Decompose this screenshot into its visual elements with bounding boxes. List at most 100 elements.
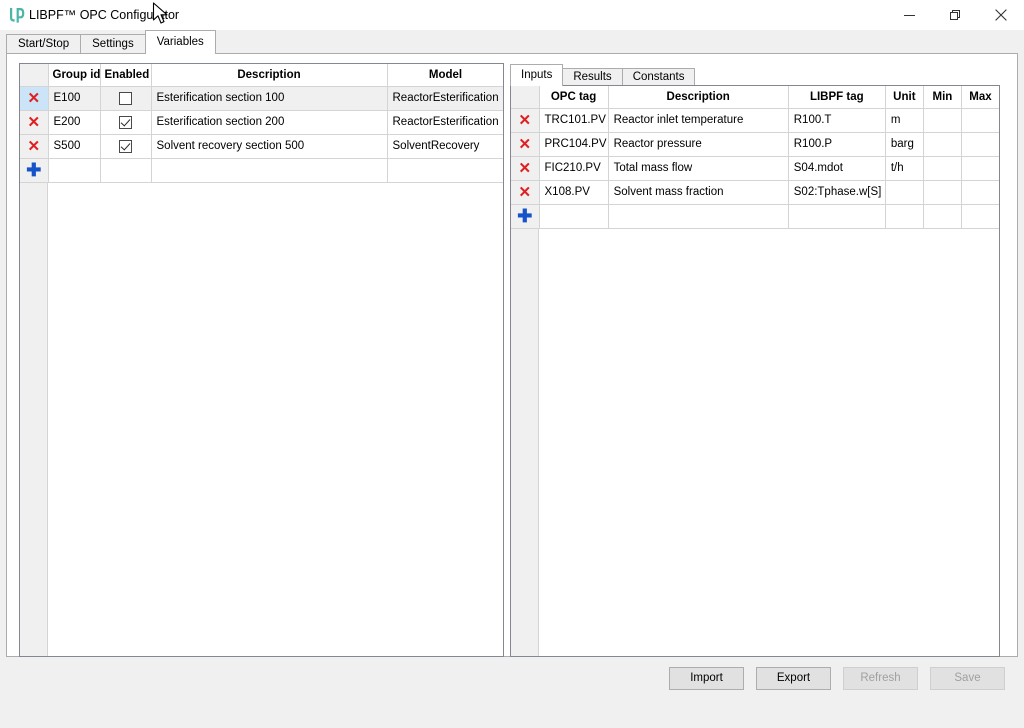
cell-libpf-tag[interactable]: R100.P: [788, 132, 886, 157]
delete-row-button[interactable]: ✕: [20, 86, 49, 111]
window-title: LIBPF™ OPC Configurator: [29, 8, 180, 22]
tab-settings[interactable]: Settings: [80, 34, 146, 54]
enabled-checkbox[interactable]: [119, 139, 132, 153]
cell-max-new[interactable]: [961, 204, 999, 229]
add-row-button[interactable]: ✚: [511, 204, 540, 229]
cell-enabled[interactable]: [100, 86, 152, 111]
cell-min[interactable]: [923, 156, 962, 181]
cell-opc-tag[interactable]: X108.PV: [539, 180, 609, 205]
cell-max[interactable]: [961, 156, 999, 181]
table-row[interactable]: ✕ E100 Esterification section 100 Reacto…: [20, 86, 503, 111]
groups-col-description[interactable]: Description: [151, 64, 388, 87]
cell-min[interactable]: [923, 108, 962, 133]
cell-description[interactable]: Solvent mass fraction: [608, 180, 789, 205]
libpf-lp-logo-icon: [0, 0, 26, 30]
cell-min[interactable]: [923, 180, 962, 205]
main-tabstrip: Start/Stop Settings Variables: [6, 30, 1018, 54]
delete-icon: ✕: [27, 113, 41, 131]
inputs-col-description[interactable]: Description: [608, 86, 789, 109]
table-row[interactable]: ✕ S500 Solvent recovery section 500 Solv…: [20, 134, 503, 159]
export-button[interactable]: Export: [756, 666, 831, 690]
cell-description-new[interactable]: [608, 204, 789, 229]
cell-description[interactable]: Esterification section 100: [151, 86, 388, 111]
cell-unit-new[interactable]: [885, 204, 924, 229]
delete-row-button[interactable]: ✕: [511, 108, 540, 133]
cell-min[interactable]: [923, 132, 962, 157]
table-row[interactable]: ✕ FIC210.PV Total mass flow S04.mdot t/h: [511, 156, 999, 181]
enabled-checkbox[interactable]: [119, 115, 132, 129]
cell-model[interactable]: ReactorEsterification: [387, 86, 503, 111]
tab-inputs[interactable]: Inputs: [510, 64, 564, 86]
cell-max[interactable]: [961, 108, 999, 133]
close-button[interactable]: [978, 0, 1024, 30]
groups-grid[interactable]: Group id Enabled Description Model ✕ E10…: [19, 63, 504, 657]
cell-description[interactable]: Esterification section 200: [151, 110, 388, 135]
tab-start-stop[interactable]: Start/Stop: [6, 34, 82, 54]
enabled-checkbox[interactable]: [119, 91, 132, 105]
cell-unit[interactable]: [885, 180, 924, 205]
tab-constants[interactable]: Constants: [621, 68, 696, 86]
cell-opc-tag[interactable]: TRC101.PV: [539, 108, 609, 133]
cell-description[interactable]: Reactor pressure: [608, 132, 789, 157]
cell-opc-tag[interactable]: PRC104.PV: [539, 132, 609, 157]
table-row[interactable]: ✕ PRC104.PV Reactor pressure R100.P barg: [511, 132, 999, 157]
restore-button[interactable]: [932, 0, 978, 30]
minimize-button[interactable]: [886, 0, 932, 30]
groups-col-group-id[interactable]: Group id: [48, 64, 101, 87]
delete-row-button[interactable]: ✕: [511, 156, 540, 181]
tab-variables[interactable]: Variables: [144, 30, 216, 54]
cell-libpf-tag[interactable]: S04.mdot: [788, 156, 886, 181]
inputs-col-min[interactable]: Min: [923, 86, 962, 109]
cell-max[interactable]: [961, 132, 999, 157]
delete-row-button[interactable]: ✕: [511, 132, 540, 157]
cell-max[interactable]: [961, 180, 999, 205]
add-row-button[interactable]: ✚: [20, 158, 49, 183]
delete-row-button[interactable]: ✕: [511, 180, 540, 205]
cell-enabled[interactable]: [100, 110, 152, 135]
groups-col-enabled[interactable]: Enabled: [100, 64, 152, 87]
cell-unit[interactable]: t/h: [885, 156, 924, 181]
cell-group-id-new[interactable]: [48, 158, 101, 183]
import-button[interactable]: Import: [669, 666, 744, 690]
inputs-col-libpf-tag[interactable]: LIBPF tag: [788, 86, 886, 109]
groups-col-model[interactable]: Model: [387, 64, 503, 87]
cell-libpf-tag[interactable]: R100.T: [788, 108, 886, 133]
cell-description-new[interactable]: [151, 158, 388, 183]
refresh-button: Refresh: [843, 666, 918, 690]
tab-results[interactable]: Results: [562, 68, 623, 86]
table-row[interactable]: ✕ TRC101.PV Reactor inlet temperature R1…: [511, 108, 999, 133]
cell-opc-tag-new[interactable]: [539, 204, 609, 229]
cell-enabled[interactable]: [100, 134, 152, 159]
cell-description[interactable]: Total mass flow: [608, 156, 789, 181]
delete-icon: ✕: [27, 137, 41, 155]
inputs-col-opc-tag[interactable]: OPC tag: [539, 86, 609, 109]
cell-model-new[interactable]: [387, 158, 503, 183]
cell-unit[interactable]: barg: [885, 132, 924, 157]
table-row[interactable]: ✕ X108.PV Solvent mass fraction S02:Tpha…: [511, 180, 999, 205]
delete-row-button[interactable]: ✕: [20, 134, 49, 159]
inputs-grid[interactable]: OPC tag Description LIBPF tag Unit Min M…: [510, 85, 1000, 657]
save-button: Save: [930, 666, 1005, 690]
new-row[interactable]: ✚: [20, 158, 503, 183]
delete-icon: ✕: [27, 89, 41, 107]
cell-group-id[interactable]: S500: [48, 134, 101, 159]
cell-libpf-tag-new[interactable]: [788, 204, 886, 229]
cell-group-id[interactable]: E100: [48, 86, 101, 111]
cell-enabled-new[interactable]: [100, 158, 152, 183]
cell-opc-tag[interactable]: FIC210.PV: [539, 156, 609, 181]
cell-model[interactable]: SolventRecovery: [387, 134, 503, 159]
cell-model[interactable]: ReactorEsterification: [387, 110, 503, 135]
inputs-grid-corner-cell: [511, 86, 540, 109]
cell-group-id[interactable]: E200: [48, 110, 101, 135]
cell-unit[interactable]: m: [885, 108, 924, 133]
inputs-col-unit[interactable]: Unit: [885, 86, 924, 109]
table-row[interactable]: ✕ E200 Esterification section 200 Reacto…: [20, 110, 503, 135]
delete-icon: ✕: [518, 111, 532, 129]
cell-description[interactable]: Reactor inlet temperature: [608, 108, 789, 133]
cell-libpf-tag[interactable]: S02:Tphase.w[S]: [788, 180, 886, 205]
delete-row-button[interactable]: ✕: [20, 110, 49, 135]
cell-min-new[interactable]: [923, 204, 962, 229]
cell-description[interactable]: Solvent recovery section 500: [151, 134, 388, 159]
inputs-col-max[interactable]: Max: [961, 86, 999, 109]
new-row[interactable]: ✚: [511, 204, 999, 229]
